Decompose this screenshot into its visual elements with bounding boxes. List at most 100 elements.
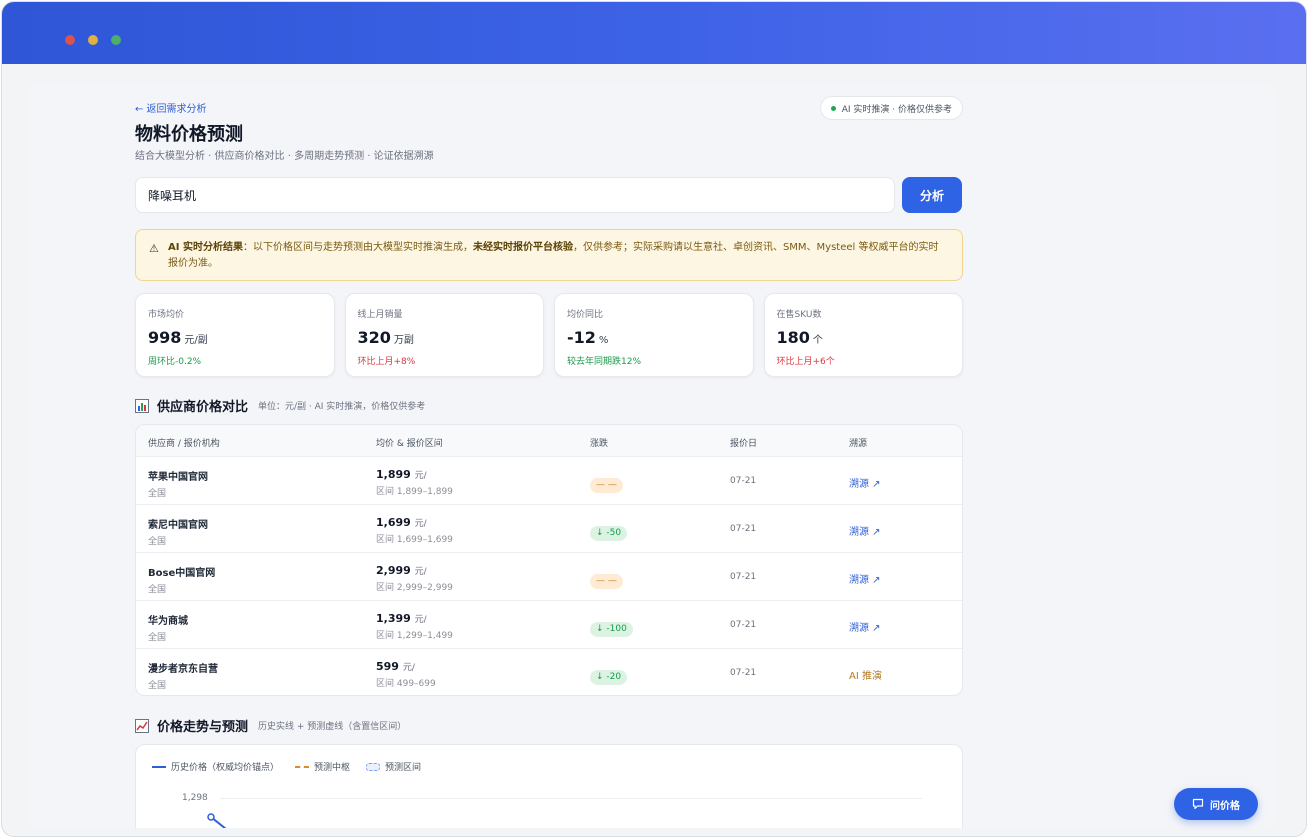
warning-icon: ⚠ [149,242,159,255]
stat-change: 周环比-0.2% [148,357,202,367]
stat-value-row: 320 万副 [358,328,544,347]
price-range: 区间 1,699–1,699 [376,535,453,545]
table-header: 供应商 / 报价机构 均价 & 报价区间 涨跌 报价日 溯源 [136,425,962,457]
supplier-region: 全国 [148,585,167,595]
price-line: 1,699 元/ [376,516,453,529]
page-title: 物料价格预测 [135,124,243,145]
table-row: 漫步者京东自营 全国 599 元/区间 499–699 ↓ -20 07-21 A… [136,649,962,695]
table-row: 华为商城 全国 1,399 元/区间 1,299–1,499 ↓ -100 07-… [136,601,962,649]
grid-line [220,798,922,799]
disclaimer-text-1: ：以下价格区间与走势预测由大模型实时推演生成， [242,242,473,253]
bar-chart-icon [135,398,149,413]
supplier-name: Bose中国官网 [148,568,216,579]
legend-history: 历史价格（权威均价锚点） [152,760,279,773]
stat-card-avg-price: 市场均价 998 元/副 周环比-0.2% [135,293,335,377]
page-canvas: ← 返回需求分析 AI 实时推演 · 价格仅供参考 物料价格预测 结合大模型分析… [30,84,1274,828]
legend-forecast: 预测中枢 [295,760,350,773]
back-link[interactable]: ← 返回需求分析 [135,100,207,115]
stat-cards: 市场均价 998 元/副 周环比-0.2% 线上月销量 320 万副 环比上月+8%… [135,293,963,377]
stat-card-monthly-sales: 线上月销量 320 万副 环比上月+8% [344,293,544,377]
supplier-name: 漫步者京东自营 [148,664,218,675]
quote-date: 07-21 [730,668,757,678]
quote-date: 07-21 [730,524,757,534]
maximize-window-button[interactable] [111,35,121,45]
source-link[interactable]: 溯源 ↗ [849,623,881,634]
stat-value: -12 [567,328,596,347]
stat-value: 320 [357,328,391,347]
stat-card-sku-count: 在售SKU数 180 个 环比上月+6个 [763,293,963,377]
stat-change: 环比上月+8% [357,357,416,367]
band-icon [366,762,381,771]
search-input-value: 降噪耳机 [148,188,197,203]
price-unit: 元/ [414,471,427,481]
price-line: 1,899 元/ [376,468,453,481]
price-range: 区间 2,999–2,999 [376,583,453,593]
stat-value: 180 [776,328,810,347]
trend-chart-icon [135,718,149,733]
price-line: 1,399 元/ [376,612,453,625]
price-value: 1,399 [376,612,411,625]
change-chip: ↓ -50 [590,526,628,541]
table-row: Bose中国官网 全国 2,999 元/区间 2,999–2,999 — — 07… [136,553,962,601]
price-line: 599 元/ [376,660,436,673]
disclaimer-lead: AI 实时分析结果 [168,242,243,253]
chart-legend: 历史价格（权威均价锚点） 预测中枢 预测区间 [152,760,421,773]
disclaimer-banner: ⚠ AI 实时分析结果：以下价格区间与走势预测由大模型实时推演生成，未经实时报价… [135,229,963,281]
supplier-region: 全国 [148,681,167,691]
legend-forecast-label: 预测中枢 [314,763,351,773]
change-chip: ↓ -100 [590,622,633,637]
quote-date: 07-21 [730,572,757,582]
supplier-name: 苹果中国官网 [148,472,208,483]
supplier-region: 全国 [148,489,167,499]
stat-value-row: 998 元/副 [148,328,334,347]
supplier-section-note: 单位：元/副 · AI 实时推演，价格仅供参考 [258,402,426,412]
stat-change: 环比上月+6个 [776,357,835,367]
source-link[interactable]: 溯源 ↗ [849,527,881,538]
dashed-line-icon [295,765,310,768]
history-line-start [207,813,227,828]
price-value: 1,699 [376,516,411,529]
page-inner: ← 返回需求分析 AI 实时推演 · 价格仅供参考 物料价格预测 结合大模型分析… [30,84,1274,828]
close-window-button[interactable] [65,35,75,45]
ask-price-button[interactable]: 问价格 [1174,788,1258,820]
price-unit: 元/ [414,567,427,577]
supplier-name: 华为商城 [148,616,188,627]
page-subtitle: 结合大模型分析 · 供应商价格对比 · 多周期走势预测 · 论证依据溯源 [135,151,434,162]
source-link[interactable]: 溯源 ↗ [849,479,881,490]
table-row: 索尼中国官网 全国 1,699 元/区间 1,699–1,699 ↓ -50 07… [136,505,962,553]
source-link[interactable]: 溯源 ↗ [849,575,881,586]
analyze-button[interactable]: 分析 [902,177,962,213]
stat-unit: 万副 [393,335,414,346]
disclaimer-bold: 未经实时报价平台核验 [472,242,573,253]
change-chip: — — [590,574,623,589]
trend-section-title: 价格走势与预测 [157,720,249,735]
change-chip: — — [590,478,623,493]
trend-section-header: 价格走势与预测 历史实线 + 预测虚线（含置信区间） [135,716,406,735]
table-row: 苹果中国官网 全国 1,899 元/区间 1,899–1,899 — — 07-2… [136,457,962,505]
ai-status-badge: AI 实时推演 · 价格仅供参考 [819,96,963,120]
legend-band-label: 预测区间 [385,763,422,773]
col-source: 溯源 [849,439,868,449]
stat-unit: % [598,335,609,346]
supplier-region: 全国 [148,633,167,643]
stat-label: 在售SKU数 [776,310,822,320]
stat-value-row: -12% [567,328,753,347]
price-unit: 元/ [402,663,415,673]
legend-history-label: 历史价格（权威均价锚点） [171,763,280,773]
price-range: 区间 1,899–1,899 [376,487,453,497]
minimize-window-button[interactable] [88,35,98,45]
search-input[interactable]: 降噪耳机 [135,177,895,213]
stat-label: 市场均价 [148,310,185,320]
col-price: 均价 & 报价区间 [376,439,443,449]
legend-band: 预测区间 [366,760,421,773]
price-unit: 元/ [414,519,427,529]
quote-date: 07-21 [730,620,757,630]
title-bar [2,2,1306,64]
supplier-section-header: 供应商价格对比 单位：元/副 · AI 实时推演，价格仅供参考 [135,396,425,415]
col-date: 报价日 [730,439,758,449]
ai-status-text: AI 实时推演 · 价格仅供参考 [841,104,952,115]
supplier-region: 全国 [148,537,167,547]
price-range: 区间 499–699 [376,679,436,689]
col-change: 涨跌 [590,439,609,449]
quote-date: 07-21 [730,476,757,486]
